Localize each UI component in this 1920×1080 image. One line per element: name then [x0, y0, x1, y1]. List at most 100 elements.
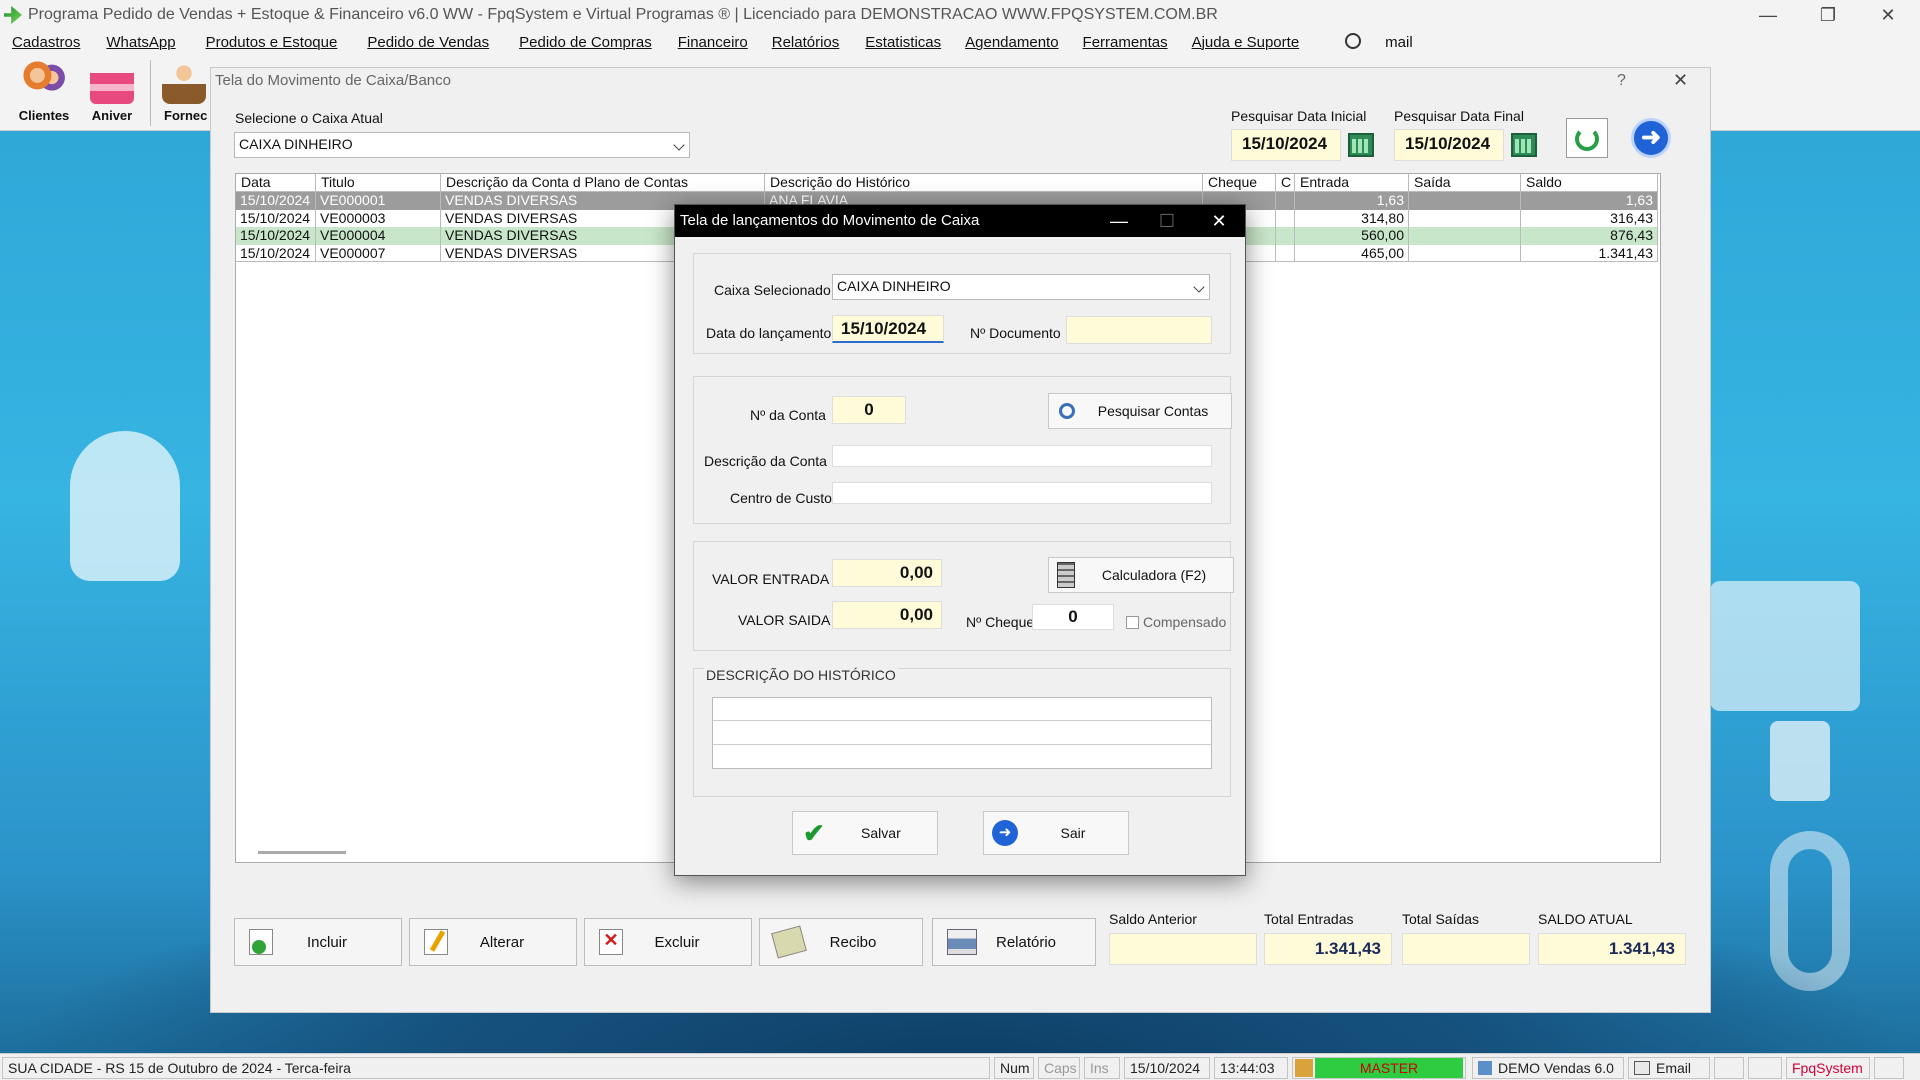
minimize-icon[interactable]: —	[1095, 205, 1143, 237]
menu-relatorios[interactable]: Relatórios	[772, 34, 840, 51]
status-email-button[interactable]: Email	[1628, 1057, 1710, 1079]
numero-conta-input[interactable]: 0	[832, 396, 906, 424]
total-saidas-label: Total Saídas	[1402, 911, 1480, 927]
status-cidade: SUA CIDADE - RS 15 de Outubro de 2024 - …	[2, 1057, 990, 1079]
calendar-icon[interactable]	[1348, 133, 1374, 157]
keyboard-icon[interactable]	[1748, 1057, 1782, 1079]
lock-icon[interactable]	[1874, 1057, 1904, 1079]
numero-conta-label: Nº da Conta	[750, 407, 826, 423]
alterar-button[interactable]: Alterar	[409, 918, 577, 966]
close-icon[interactable]: ✕	[1860, 0, 1916, 30]
saldo-atual-value: 1.341,43	[1538, 933, 1686, 965]
printer-icon[interactable]	[1714, 1057, 1744, 1079]
col-titulo[interactable]: Titulo	[316, 174, 441, 192]
saldo-anterior-value	[1109, 933, 1257, 965]
salvar-button[interactable]: ✔ Salvar	[792, 811, 938, 855]
menu-produtos[interactable]: Produtos e Estoque	[206, 34, 338, 51]
close-icon[interactable]: ✕	[1195, 205, 1243, 237]
valor-entrada-input[interactable]: 0,00	[832, 559, 942, 587]
status-bar: SUA CIDADE - RS 15 de Outubro de 2024 - …	[0, 1053, 1920, 1080]
total-entradas-value: 1.341,43	[1264, 933, 1392, 965]
menu-ajuda[interactable]: Ajuda e Suporte	[1192, 34, 1300, 51]
app-small-icon	[1478, 1061, 1492, 1075]
col-c[interactable]: C	[1276, 174, 1295, 192]
caixa-selecionado-label: Caixa Selecionado	[714, 282, 831, 298]
conta-group: Nº da Conta 0 Pesquisar Contas Descrição…	[693, 376, 1232, 524]
data-inicial-label: Pesquisar Data Inicial	[1231, 108, 1367, 124]
data-lancamento-input[interactable]: 15/10/2024	[832, 315, 944, 343]
menu-estatisticas[interactable]: Estatisticas	[865, 34, 941, 51]
cheque-input[interactable]: 0	[1032, 604, 1114, 630]
caixa-label: Selecione o Caixa Atual	[235, 110, 383, 126]
chevron-down-icon	[673, 139, 685, 151]
window-close-icon[interactable]: ✕	[1673, 70, 1688, 91]
col-entrada[interactable]: Entrada	[1295, 174, 1409, 192]
caixa-group: Caixa Selecionado CAIXA DINHEIRO Data do…	[693, 253, 1231, 354]
col-historico[interactable]: Descrição do Histórico	[765, 174, 1203, 192]
add-doc-icon	[249, 929, 273, 955]
sair-button[interactable]: ➜ Sair	[983, 811, 1129, 855]
historico-label: DESCRIÇÃO DO HISTÓRICO	[704, 667, 898, 683]
status-time: 13:44:03	[1214, 1057, 1288, 1079]
documento-label: Nº Documento	[970, 325, 1061, 341]
horizontal-scrollbar[interactable]	[258, 851, 346, 854]
arrow-right-icon[interactable]: ➜	[1631, 118, 1671, 158]
toolbar-fornec-button[interactable]: Fornec	[156, 58, 212, 130]
calendar-icon[interactable]	[1511, 133, 1537, 157]
status-date: 15/10/2024	[1124, 1057, 1210, 1079]
checkmark-icon: ✔	[803, 817, 825, 848]
delete-doc-icon: ✕	[599, 929, 623, 955]
refresh-icon[interactable]	[1566, 118, 1608, 158]
toolbar-clientes-button[interactable]: Clientes	[12, 58, 76, 130]
col-cheque[interactable]: Cheque	[1203, 174, 1276, 192]
pesquisar-contas-button[interactable]: Pesquisar Contas	[1048, 393, 1232, 429]
incluir-button[interactable]: Incluir	[234, 918, 402, 966]
caixa-selecionado-select[interactable]: CAIXA DINHEIRO	[832, 274, 1210, 300]
centro-custo-input[interactable]	[832, 482, 1212, 504]
col-conta[interactable]: Descrição da Conta d Plano de Contas	[441, 174, 765, 192]
menu-pedido-compras[interactable]: Pedido de Compras	[519, 34, 652, 51]
caixa-select[interactable]: CAIXA DINHEIRO	[234, 132, 690, 158]
documento-input[interactable]	[1066, 316, 1212, 344]
saldo-anterior-label: Saldo Anterior	[1109, 911, 1197, 927]
menu-bar: Cadastros WhatsApp Produtos e Estoque Pe…	[0, 30, 1920, 54]
col-data[interactable]: Data	[236, 174, 316, 192]
window-titlebar: Programa Pedido de Vendas + Estoque & Fi…	[0, 0, 1920, 30]
toolbar-aniver-button[interactable]: Aniver	[80, 58, 144, 130]
toolbar-divider	[150, 60, 151, 126]
menu-pedido-vendas[interactable]: Pedido de Vendas	[367, 34, 489, 51]
menu-agendamento[interactable]: Agendamento	[965, 34, 1058, 51]
minimize-icon[interactable]: —	[1740, 0, 1796, 30]
valor-saida-input[interactable]: 0,00	[832, 601, 942, 629]
cheque-label: Nº Cheque	[966, 614, 1035, 630]
menu-cadastros[interactable]: Cadastros	[12, 34, 80, 51]
historico-textarea[interactable]	[712, 697, 1212, 769]
compensado-checkbox[interactable]	[1126, 616, 1139, 629]
lancamentos-dialog: Tela de lançamentos do Movimento de Caix…	[674, 204, 1246, 876]
app-logo-icon	[4, 6, 22, 24]
status-brand: FpqSystem	[1786, 1057, 1870, 1079]
excluir-button[interactable]: ✕ Excluir	[584, 918, 752, 966]
data-final-input[interactable]: 15/10/2024	[1394, 129, 1504, 161]
status-master: MASTER	[1292, 1057, 1466, 1079]
help-icon[interactable]: ?	[1617, 72, 1626, 90]
restore-icon[interactable]: ❐	[1800, 0, 1856, 30]
data-inicial-input[interactable]: 15/10/2024	[1231, 129, 1341, 161]
menu-whatsapp[interactable]: WhatsApp	[106, 34, 175, 51]
col-saldo[interactable]: Saldo	[1521, 174, 1658, 192]
menu-financeiro[interactable]: Financeiro	[678, 34, 748, 51]
col-saida[interactable]: Saída	[1409, 174, 1521, 192]
status-ins: Ins	[1084, 1057, 1120, 1079]
total-entradas-label: Total Entradas	[1264, 911, 1354, 927]
recibo-button[interactable]: Recibo	[759, 918, 923, 966]
valor-saida-label: VALOR SAIDA	[738, 612, 831, 628]
descricao-conta-input[interactable]	[832, 445, 1212, 467]
historico-group: DESCRIÇÃO DO HISTÓRICO	[693, 667, 1231, 797]
relatorio-button[interactable]: Relatório	[932, 918, 1096, 966]
cake-icon	[90, 60, 134, 104]
edit-doc-icon	[424, 929, 448, 955]
calculadora-button[interactable]: Calculadora (F2)	[1048, 557, 1234, 593]
menu-email[interactable]: mail	[1333, 33, 1425, 51]
menu-ferramentas[interactable]: Ferramentas	[1083, 34, 1168, 51]
printer-icon	[947, 929, 977, 955]
